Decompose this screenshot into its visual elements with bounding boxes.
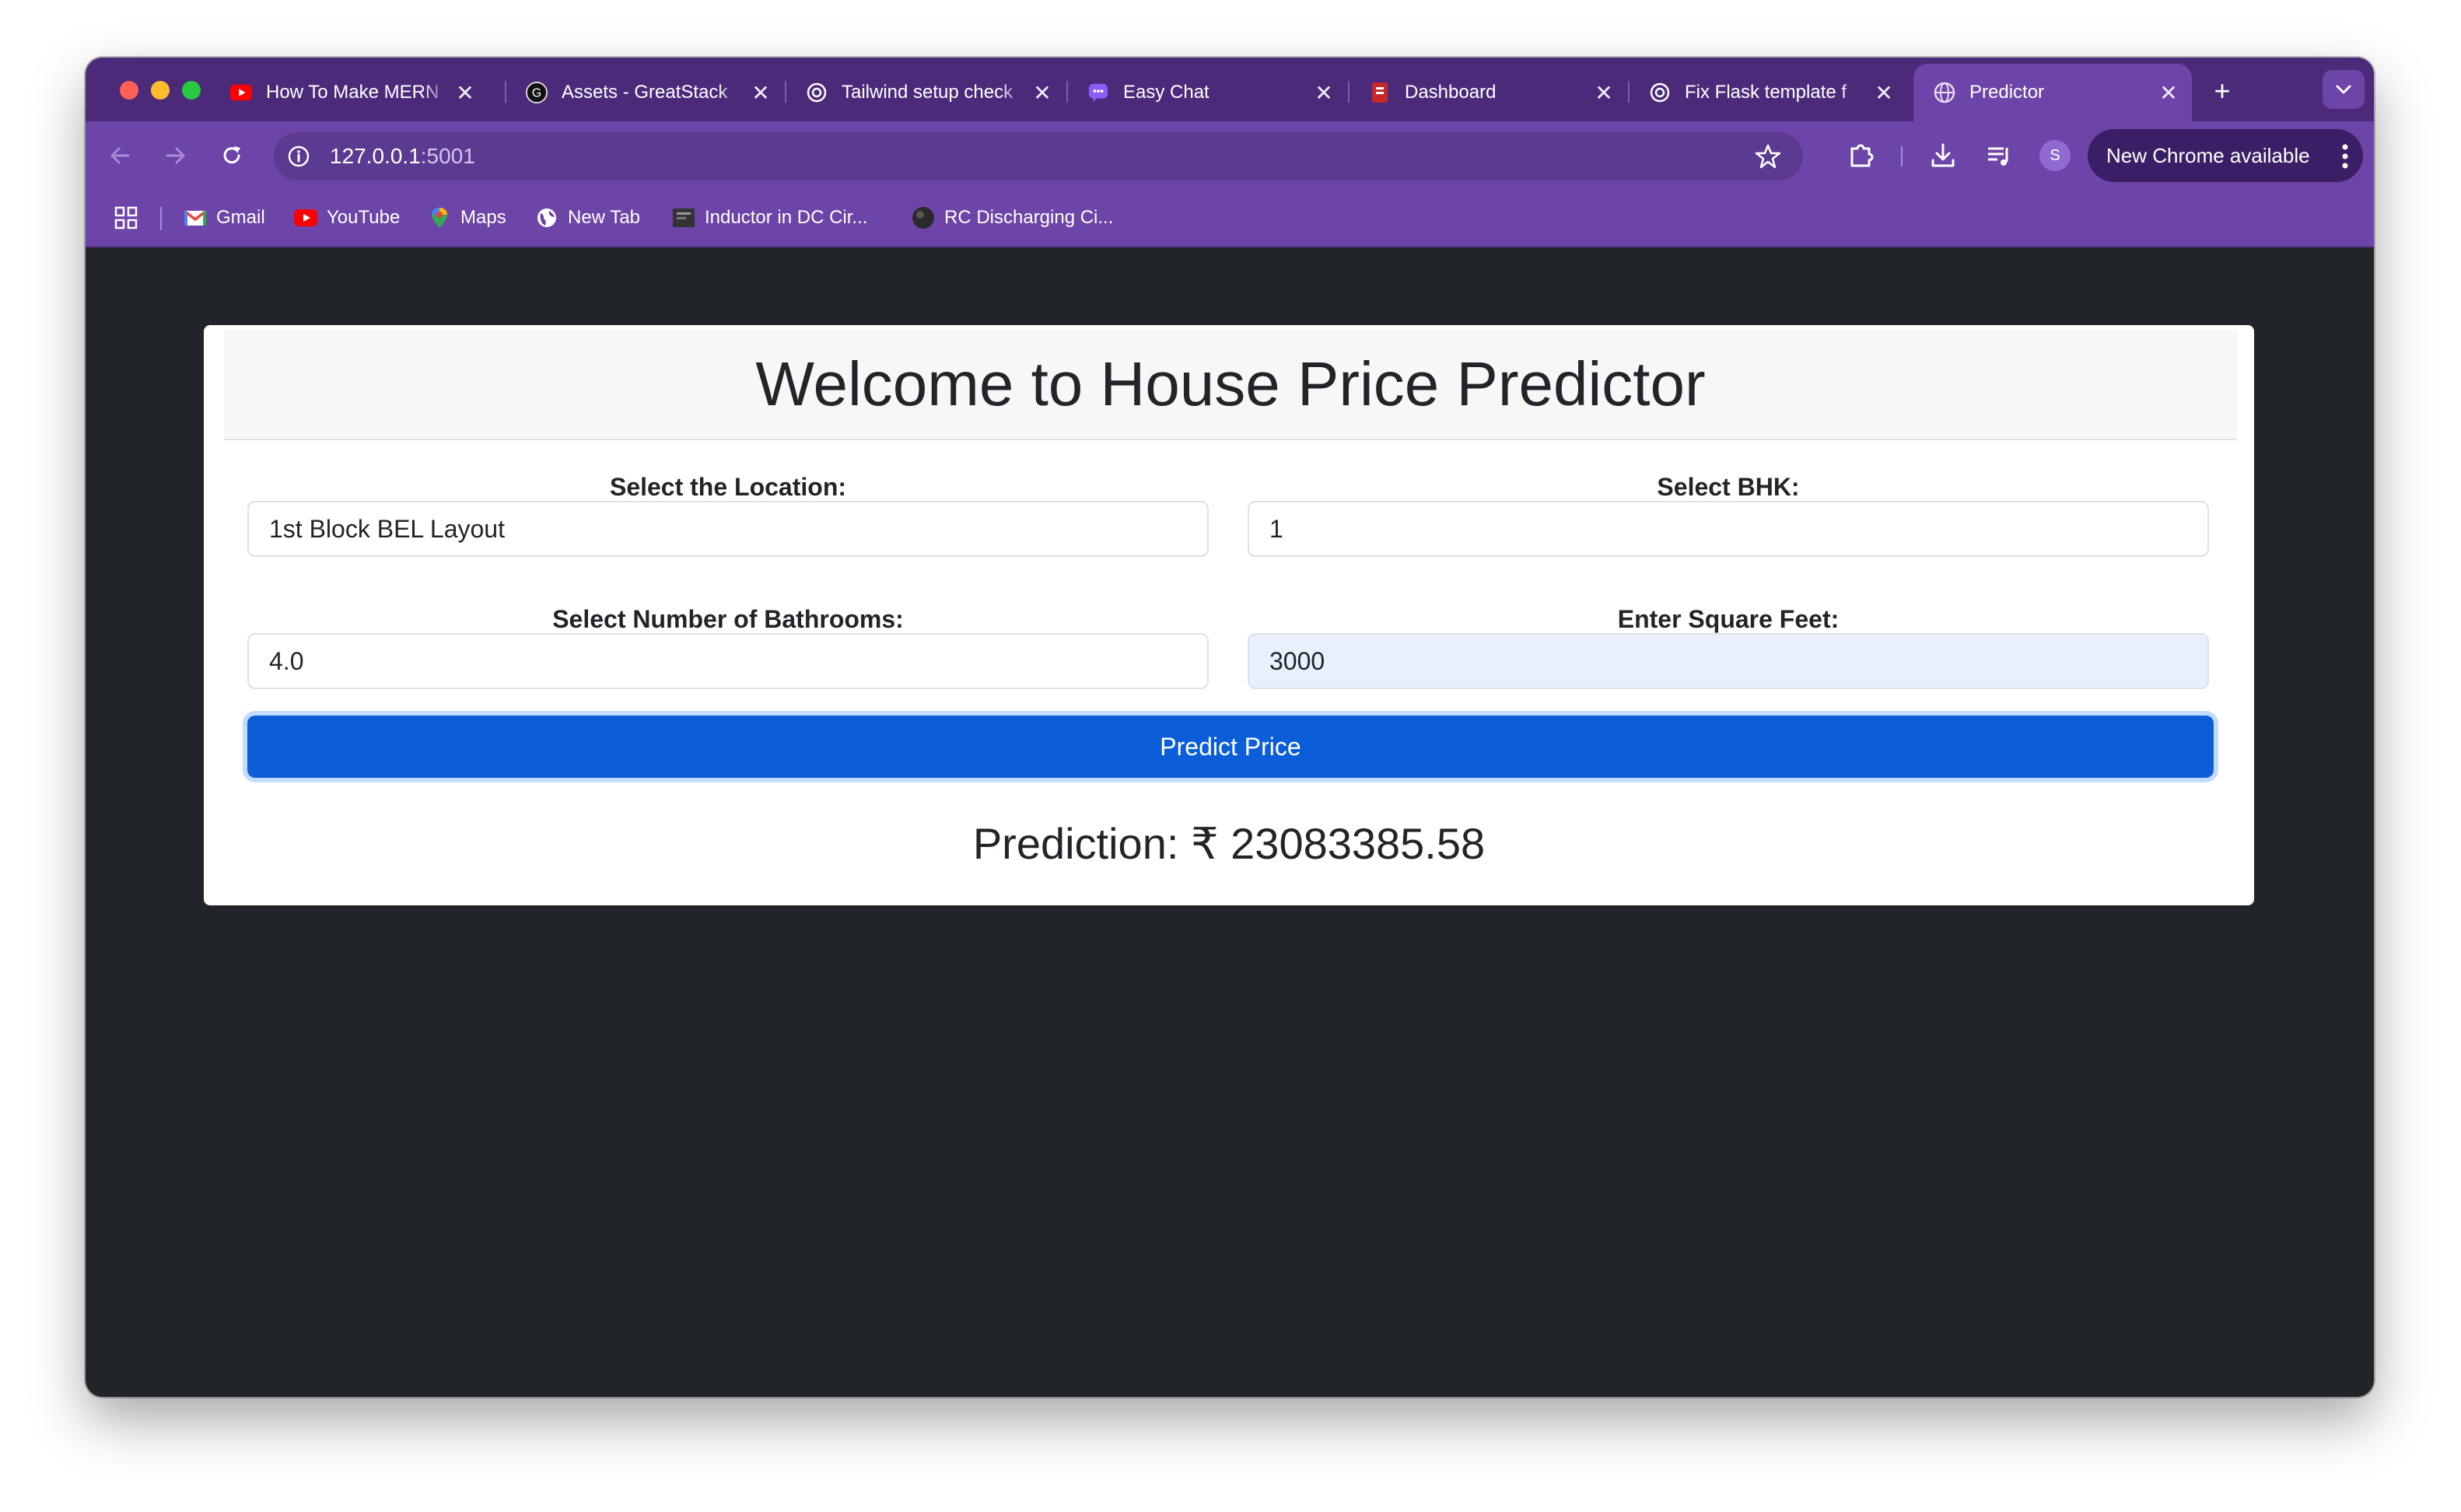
- sqft-label: Enter Square Feet:: [1617, 605, 1840, 633]
- downloads-button[interactable]: [1926, 138, 1960, 173]
- avatar-initial: S: [2050, 146, 2060, 164]
- location-label: Select the Location:: [609, 473, 847, 501]
- close-tab-icon[interactable]: ✕: [1027, 80, 1058, 106]
- openai-icon: [806, 82, 828, 103]
- bookmark-gmail[interactable]: Gmail: [184, 201, 265, 235]
- bookmark-maps[interactable]: Maps: [428, 201, 506, 235]
- bookmark-label: RC Discharging Ci...: [944, 207, 1114, 228]
- close-tab-icon[interactable]: ✕: [1308, 80, 1339, 106]
- prediction-result: Prediction: ₹ 23083385.58: [972, 819, 1486, 868]
- site-info-icon[interactable]: [285, 142, 313, 170]
- url-host: 127.0.0.1: [330, 144, 421, 168]
- globe-icon: [1934, 82, 1955, 103]
- close-tab-icon[interactable]: ✕: [745, 80, 776, 106]
- toolbar-divider: [1901, 146, 1903, 166]
- gmail-icon: [184, 206, 207, 229]
- tab-title: How To Make MERN: [266, 82, 439, 103]
- bookmark-label: Inductor in DC Cir...: [705, 207, 868, 228]
- tab-predictor[interactable]: Predictor ✕: [1913, 64, 2192, 121]
- bookmark-label: New Tab: [568, 207, 640, 228]
- tab-how-to-make-mern[interactable]: How To Make MERN ✕: [210, 64, 488, 121]
- arrow-right-icon: [166, 147, 185, 164]
- tab-title: Predictor: [1969, 82, 2045, 103]
- chevron-down-icon: [2336, 85, 2351, 94]
- new-chrome-available-button[interactable]: New Chrome available: [2088, 129, 2363, 182]
- svg-text:G: G: [532, 87, 541, 100]
- tab-fix-flask-template[interactable]: Fix Flask template f ✕: [1629, 64, 1907, 121]
- apps-grid-icon[interactable]: [114, 205, 138, 230]
- url-text: 127.0.0.1:5001: [330, 144, 475, 169]
- close-window-button[interactable]: [120, 81, 138, 100]
- predict-price-button[interactable]: Predict Price: [247, 716, 2214, 778]
- bookmark-youtube[interactable]: YouTube: [294, 201, 400, 235]
- back-button[interactable]: [101, 137, 138, 174]
- predictor-card: Welcome to House Price Predictor Select …: [204, 325, 2254, 905]
- tab-tailwind-setup[interactable]: Tailwind setup check ✕: [786, 64, 1066, 121]
- youtube-icon: [294, 206, 317, 229]
- card-header: Welcome to House Price Predictor: [224, 330, 2237, 440]
- page-title: Welcome to House Price Predictor: [755, 349, 1706, 418]
- bookmark-star-icon[interactable]: [1755, 143, 1781, 170]
- close-tab-icon[interactable]: ✕: [450, 80, 481, 106]
- update-label: New Chrome available: [2106, 143, 2310, 167]
- media-controls-button[interactable]: [1982, 138, 2016, 173]
- maximize-window-button[interactable]: [182, 81, 201, 100]
- dashboard-icon: [1369, 82, 1391, 103]
- bookmarks-bar: Gmail YouTube Maps New Tab Inductor in D…: [86, 190, 2374, 247]
- tab-title: Assets - GreatStack: [562, 82, 728, 103]
- openai-icon: [1649, 82, 1671, 103]
- tab-dashboard[interactable]: Dashboard ✕: [1349, 64, 1627, 121]
- arrow-left-icon: [110, 147, 130, 164]
- tab-search-button[interactable]: [2323, 70, 2365, 109]
- bathrooms-label: Select Number of Bathrooms:: [552, 605, 904, 633]
- bookmark-label: YouTube: [327, 207, 401, 228]
- tab-title: Easy Chat: [1123, 82, 1209, 103]
- bhk-label: Select BHK:: [1657, 473, 1800, 501]
- bookmarks-divider: [160, 207, 162, 230]
- tab-title: Fix Flask template f: [1685, 82, 1847, 103]
- profile-avatar[interactable]: S: [2039, 140, 2071, 171]
- chat-icon: [1087, 82, 1109, 103]
- bookmark-rc-discharging[interactable]: RC Discharging Ci...: [912, 201, 1113, 235]
- browser-window: How To Make MERN ✕ G Assets - GreatStack…: [86, 58, 2374, 1397]
- browser-toolbar: 127.0.0.1:5001 S New Chrome available: [86, 121, 2374, 190]
- extensions-button[interactable]: [1843, 138, 1878, 173]
- close-tab-icon[interactable]: ✕: [1588, 80, 1619, 106]
- close-tab-icon[interactable]: ✕: [2153, 80, 2184, 106]
- url-port: :5001: [420, 144, 475, 168]
- tab-easy-chat[interactable]: Easy Chat ✕: [1067, 64, 1347, 121]
- location-select[interactable]: 1st Block BEL Layout: [247, 501, 1209, 557]
- bookmark-label: Gmail: [216, 207, 265, 228]
- youtube-icon: [230, 82, 252, 103]
- bookmark-inductor-in-dc[interactable]: Inductor in DC Cir...: [672, 201, 867, 235]
- bookmark-new-tab[interactable]: New Tab: [535, 201, 640, 235]
- video-thumb-icon: [912, 206, 935, 229]
- tab-assets-greatstack[interactable]: G Assets - GreatStack ✕: [506, 64, 784, 121]
- tab-strip: How To Make MERN ✕ G Assets - GreatStack…: [86, 58, 2374, 121]
- puzzle-icon: [1850, 144, 1874, 167]
- forward-button[interactable]: [157, 137, 194, 174]
- bathrooms-select[interactable]: 4.0: [247, 633, 1209, 689]
- tab-title: Dashboard: [1405, 82, 1497, 103]
- more-options-icon: [2342, 144, 2348, 169]
- tab-title: Tailwind setup check: [842, 82, 1013, 103]
- new-tab-button[interactable]: +: [2203, 72, 2242, 110]
- video-thumb-icon: [672, 206, 695, 229]
- download-icon: [1931, 143, 1955, 167]
- globe-icon: [535, 206, 558, 229]
- reload-icon: [223, 146, 240, 164]
- minimize-window-button[interactable]: [151, 81, 170, 100]
- bhk-select[interactable]: 1: [1248, 501, 2209, 557]
- greatstack-icon: G: [526, 82, 548, 103]
- sqft-input[interactable]: 3000: [1248, 633, 2209, 689]
- close-tab-icon[interactable]: ✕: [1868, 80, 1899, 106]
- address-bar[interactable]: 127.0.0.1:5001: [274, 132, 1803, 180]
- playlist-icon: [1988, 147, 2008, 166]
- reload-button[interactable]: [213, 137, 250, 174]
- bookmark-label: Maps: [460, 207, 506, 228]
- maps-icon: [428, 206, 451, 229]
